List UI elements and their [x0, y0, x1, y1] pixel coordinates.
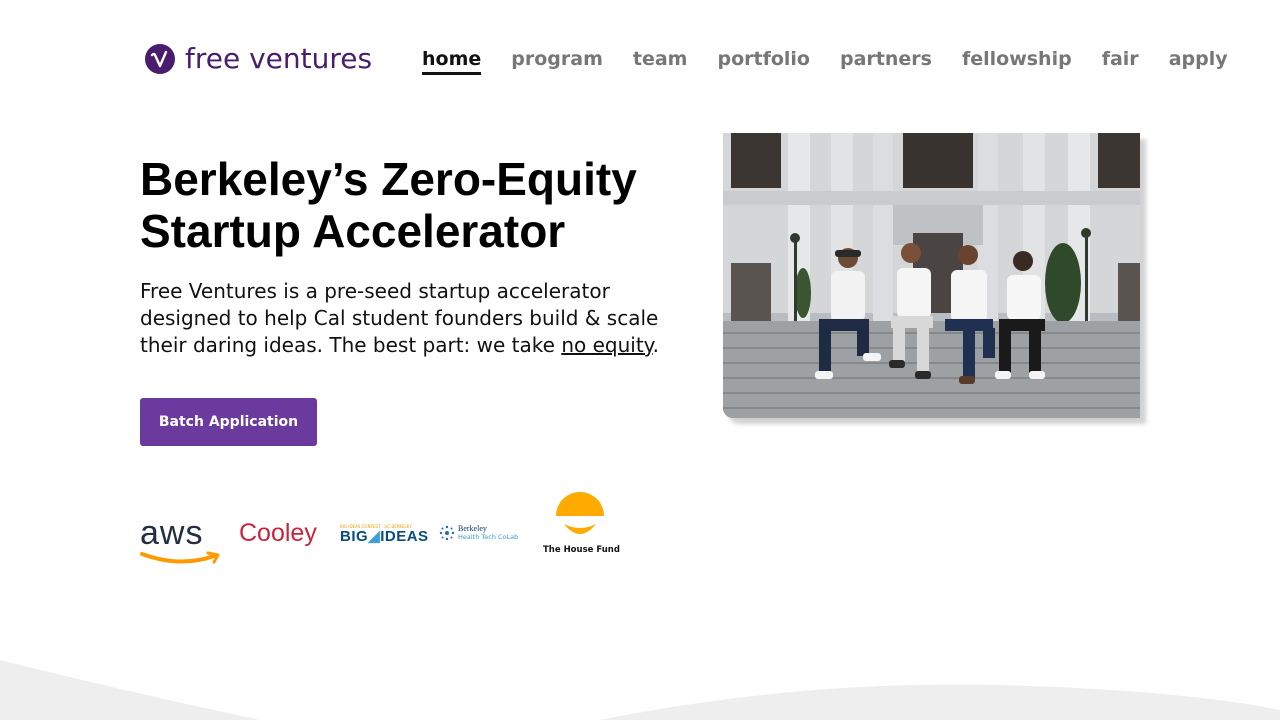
aws-logo: aws [140, 516, 222, 571]
aws-text: aws [140, 514, 204, 552]
colab-dots-icon [439, 525, 455, 540]
main-nav: home program team portfolio partners fel… [422, 46, 1228, 75]
team-photo [723, 133, 1140, 418]
brand-name: free ventures [185, 42, 373, 75]
big-ideas-text-b: IDEAS [380, 528, 429, 545]
health-line-1: Berkeley [458, 524, 487, 533]
house-fund-icon [556, 492, 604, 534]
headline-line-2: Startup Accelerator [140, 205, 566, 257]
batch-application-button[interactable]: Batch Application [140, 398, 317, 446]
big-ideas-text-a: BIG [340, 528, 369, 545]
hero-lead: Free Ventures is a pre-seed startup acce… [140, 278, 700, 359]
big-ideas-bulb-icon: ◢ [368, 528, 381, 545]
nav-fellowship[interactable]: fellowship [962, 46, 1072, 75]
house-fund-text: The House Fund [543, 545, 620, 555]
footer-wave-decoration [0, 660, 1280, 720]
brand-logo[interactable]: free ventures [145, 43, 372, 75]
hero-headline: Berkeley’s Zero-Equity Startup Accelerat… [140, 153, 700, 257]
nav-partners[interactable]: partners [840, 46, 932, 75]
nav-home[interactable]: home [422, 46, 482, 75]
headline-line-1: Berkeley’s Zero-Equity [140, 153, 637, 205]
health-tech-colab-logo: Berkeley Health Tech CoLab [439, 524, 518, 541]
house-fund-logo: The House Fund [543, 492, 620, 555]
aws-smile-icon [140, 551, 220, 564]
no-equity-link[interactable]: no equity [561, 333, 652, 357]
nav-apply[interactable]: apply [1169, 46, 1228, 75]
nav-portfolio[interactable]: portfolio [717, 46, 810, 75]
lead-end: . [652, 333, 659, 357]
sponsor-logos: aws Cooley BIG IDEAS CONTEST · UC BERKEL… [140, 490, 640, 570]
nav-fair[interactable]: fair [1102, 46, 1139, 75]
health-line-2: Health Tech CoLab [458, 533, 519, 541]
cooley-logo: Cooley [239, 519, 317, 547]
nav-team[interactable]: team [633, 46, 688, 75]
team-photo-image [723, 133, 1140, 418]
nav-program[interactable]: program [511, 46, 603, 75]
logo-mark-icon [145, 44, 175, 74]
big-ideas-logo: BIG IDEAS CONTEST · UC BERKELEY BIG◢IDEA… [340, 524, 429, 545]
